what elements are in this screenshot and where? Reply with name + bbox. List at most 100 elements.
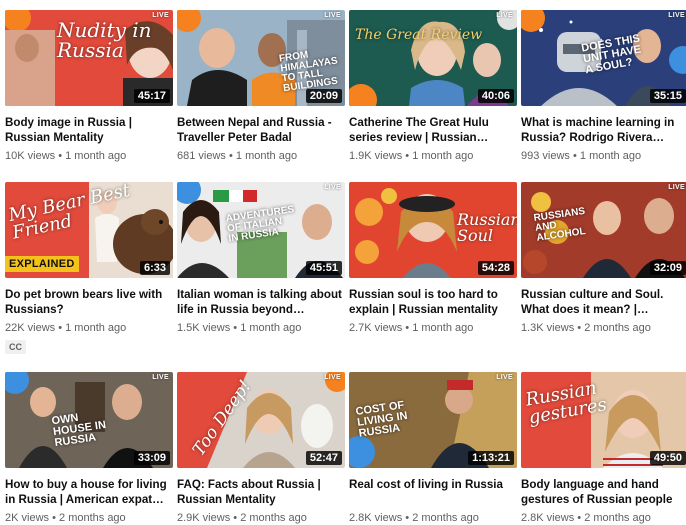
meta-separator: • <box>572 150 577 162</box>
video-title[interactable]: Do pet brown bears live with Russians? <box>5 288 173 317</box>
video-duration: 1:13:21 <box>468 451 514 465</box>
video-thumbnail[interactable]: Russian Soul 54:28 <box>349 182 517 278</box>
view-count: 10K views <box>5 150 56 162</box>
thumbnail-overlay-text: Russian Soul <box>457 210 517 245</box>
view-count: 1.3K views <box>521 322 575 334</box>
video-meta: 1.9K views • 1 month ago <box>349 149 517 163</box>
thumbnail-overlay-text: Nudity in Russia <box>57 18 152 62</box>
upload-age: 1 month ago <box>65 322 127 334</box>
video-meta: 2.9K views • 2 months ago <box>177 511 345 525</box>
video-title[interactable]: Body language and hand gestures of Russi… <box>521 478 686 507</box>
live-label: LIVE <box>152 374 169 381</box>
video-title[interactable]: Italian woman is talking about life in R… <box>177 288 345 317</box>
video-title[interactable]: Russian soul is too hard to explain | Ru… <box>349 288 517 317</box>
live-label: LIVE <box>324 184 341 191</box>
meta-separator: • <box>405 150 410 162</box>
video-card[interactable]: Cost of living in Russia LIVE 1:13:21 Re… <box>349 372 517 525</box>
video-card[interactable]: The Great Review LIVE 40:06 Catherine Th… <box>349 10 517 163</box>
view-count: 1.5K views <box>177 322 231 334</box>
video-duration: 52:47 <box>305 451 342 465</box>
meta-separator: • <box>405 512 410 524</box>
video-thumbnail[interactable]: My Bear Best Friend EXPLAINED 6:33 <box>5 182 173 278</box>
live-label: LIVE <box>496 374 513 381</box>
video-title[interactable]: What is machine learning in Russia? Rodr… <box>521 116 686 145</box>
video-thumbnail[interactable]: Adventures of Italian in Russia LIVE 45:… <box>177 182 345 278</box>
video-thumbnail[interactable]: Cost of living in Russia LIVE 1:13:21 <box>349 372 517 468</box>
meta-separator: • <box>405 322 410 334</box>
video-thumbnail[interactable]: Nudity in Russia LIVE 45:17 <box>5 10 173 106</box>
video-thumbnail[interactable]: The Great Review LIVE 40:06 <box>349 10 517 106</box>
video-card[interactable]: My Bear Best Friend EXPLAINED 6:33 Do pe… <box>5 182 173 355</box>
video-duration: 33:09 <box>133 451 170 465</box>
video-meta: 22K views • 1 month ago <box>5 321 173 335</box>
video-duration: 6:33 <box>139 261 170 275</box>
video-card[interactable]: Adventures of Italian in Russia LIVE 45:… <box>177 182 345 335</box>
meta-separator: • <box>58 322 63 334</box>
video-meta: 2.8K views • 2 months ago <box>521 511 686 525</box>
video-title[interactable]: Real cost of living in Russia <box>349 478 517 507</box>
upload-age: 2 months ago <box>412 512 479 524</box>
video-meta: 10K views • 1 month ago <box>5 149 173 163</box>
video-card[interactable]: Russian Soul 54:28 Russian soul is too h… <box>349 182 517 335</box>
meta-separator: • <box>233 322 238 334</box>
video-meta: 1.5K views • 1 month ago <box>177 321 345 335</box>
video-title[interactable]: Body image in Russia | Russian Mentality <box>5 116 173 145</box>
upload-age: 1 month ago <box>65 150 127 162</box>
upload-age: 2 months ago <box>59 512 126 524</box>
meta-separator: • <box>577 512 582 524</box>
thumbnail-overlay-text: From Himalayas to tall buildings <box>278 49 339 95</box>
video-title[interactable]: How to buy a house for living in Russia … <box>5 478 173 507</box>
live-label: LIVE <box>668 12 685 19</box>
video-duration: 49:50 <box>649 451 686 465</box>
video-title[interactable]: Russian culture and Soul. What does it m… <box>521 288 686 317</box>
meta-separator: • <box>233 512 238 524</box>
video-duration: 32:09 <box>649 261 686 275</box>
thumbnail-overlay-text: The Great Review <box>355 27 483 43</box>
video-title[interactable]: FAQ: Facts about Russia | Russian Mental… <box>177 478 345 507</box>
video-thumbnail[interactable]: Too Deep! LIVE 52:47 <box>177 372 345 468</box>
view-count: 2K views <box>5 512 50 524</box>
video-card[interactable]: Russians and alcohol LIVE 32:09 Russian … <box>521 182 686 335</box>
view-count: 681 views <box>177 150 226 162</box>
view-count: 2.8K views <box>521 512 575 524</box>
view-count: 2.9K views <box>177 512 231 524</box>
upload-age: 1 month ago <box>412 150 474 162</box>
cc-badge: CC <box>5 340 26 354</box>
video-card[interactable]: From Himalayas to tall buildings LIVE 20… <box>177 10 345 163</box>
video-duration: 20:09 <box>305 89 342 103</box>
explained-tag: EXPLAINED <box>5 256 79 272</box>
upload-age: 1 month ago <box>579 150 642 162</box>
view-count: 993 views <box>521 150 570 162</box>
video-title[interactable]: Catherine The Great Hulu series review |… <box>349 116 517 145</box>
video-thumbnail[interactable]: Own house in Russia LIVE 33:09 <box>5 372 173 468</box>
meta-separator: • <box>58 150 63 162</box>
meta-separator: • <box>52 512 56 524</box>
video-duration: 45:17 <box>133 89 170 103</box>
video-card[interactable]: Russian gestures 49:50 Body language and… <box>521 372 686 525</box>
video-card[interactable]: Own house in Russia LIVE 33:09 How to bu… <box>5 372 173 525</box>
view-count: 22K views <box>5 322 56 334</box>
video-meta: 2.8K views • 2 months ago <box>349 511 517 525</box>
video-title[interactable]: Between Nepal and Russia - Traveller Pet… <box>177 116 345 145</box>
video-thumbnail[interactable]: From Himalayas to tall buildings LIVE 20… <box>177 10 345 106</box>
video-duration: 54:28 <box>477 261 514 275</box>
video-meta: 2.7K views • 1 month ago <box>349 321 517 335</box>
view-count: 2.8K views <box>349 512 403 524</box>
video-duration: 35:15 <box>649 89 686 103</box>
video-card[interactable]: Does this unit have a soul? LIVE 35:15 W… <box>521 10 686 163</box>
video-card[interactable]: Nudity in Russia LIVE 45:17 Body image i… <box>5 10 173 163</box>
upload-age: 1 month ago <box>240 322 302 334</box>
video-meta: 2K views • 2 months ago <box>5 511 173 525</box>
upload-age: 2 months ago <box>584 322 651 334</box>
upload-age: 1 month ago <box>412 322 474 334</box>
video-card[interactable]: Too Deep! LIVE 52:47 FAQ: Facts about Ru… <box>177 372 345 525</box>
video-thumbnail[interactable]: Russians and alcohol LIVE 32:09 <box>521 182 686 278</box>
video-thumbnail[interactable]: Does this unit have a soul? LIVE 35:15 <box>521 10 686 106</box>
upload-age: 2 months ago <box>584 512 651 524</box>
live-label: LIVE <box>152 12 169 19</box>
video-duration: 45:51 <box>305 261 342 275</box>
view-count: 1.9K views <box>349 150 403 162</box>
video-meta: 993 views • 1 month ago <box>521 149 686 163</box>
video-thumbnail[interactable]: Russian gestures 49:50 <box>521 372 686 468</box>
live-label: LIVE <box>324 12 341 19</box>
